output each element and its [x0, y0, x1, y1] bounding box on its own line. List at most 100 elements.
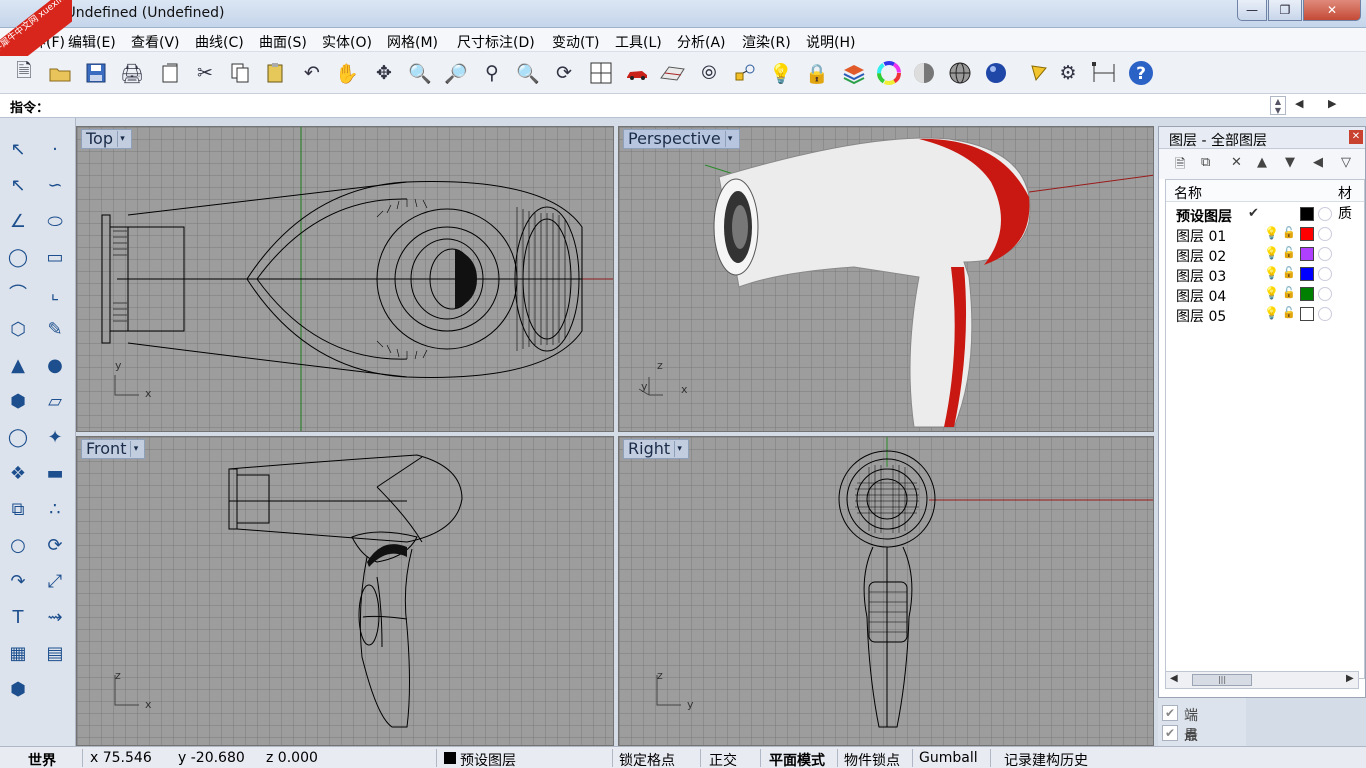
import-icon[interactable]: [155, 58, 185, 88]
undo-icon[interactable]: ↶: [297, 58, 327, 88]
close-icon[interactable]: ✕: [1349, 130, 1363, 144]
checkbox[interactable]: ✔: [1162, 705, 1178, 721]
four-viewports-icon[interactable]: [586, 58, 616, 88]
checkbox[interactable]: ✔: [1162, 725, 1178, 741]
menu-tools[interactable]: 工具(L): [615, 32, 662, 52]
lock-icon[interactable]: 🔒: [802, 58, 832, 88]
circle-icon[interactable]: ◯: [3, 242, 33, 272]
status-gumball[interactable]: Gumball: [919, 750, 978, 766]
osnap-icon[interactable]: [730, 58, 760, 88]
unlock-icon[interactable]: 🔓: [1282, 246, 1296, 259]
surface-icon[interactable]: ▲: [3, 350, 33, 380]
polyline-icon[interactable]: ∠: [3, 206, 33, 236]
menu-render[interactable]: 渲染(R): [742, 32, 791, 52]
light-bulb-icon[interactable]: 💡: [1264, 226, 1279, 240]
cut-icon[interactable]: ✂: [190, 58, 220, 88]
curve-tools-icon[interactable]: ✎: [40, 314, 70, 344]
help-icon[interactable]: ?: [1126, 58, 1156, 88]
layer-color-swatch[interactable]: [1300, 287, 1314, 301]
close-button[interactable]: ✕: [1303, 0, 1361, 21]
chevron-down-icon[interactable]: ▾: [674, 441, 684, 457]
light-bulb-icon[interactable]: 💡: [1264, 246, 1279, 260]
explode-icon[interactable]: ✦: [40, 422, 70, 452]
zoom-icon[interactable]: 🔍: [405, 58, 435, 88]
open-icon[interactable]: [45, 58, 75, 88]
status-grid-snap[interactable]: 锁定格点: [619, 750, 675, 768]
new-sublayer-icon[interactable]: ⧉: [1201, 155, 1210, 170]
text-icon[interactable]: T: [3, 602, 33, 632]
layer-row[interactable]: 图层 05 💡 🔓: [1166, 304, 1364, 325]
new-icon[interactable]: 🗎: [9, 58, 39, 88]
paste-icon[interactable]: [260, 58, 290, 88]
menu-view[interactable]: 查看(V): [131, 32, 180, 52]
maximize-button[interactable]: ❐: [1268, 0, 1302, 21]
layer-icon[interactable]: [839, 58, 869, 88]
chevron-down-icon[interactable]: ▾: [724, 131, 735, 147]
layer-row[interactable]: 图层 03 💡 🔓: [1166, 264, 1364, 285]
cylinder-icon[interactable]: ◯: [3, 422, 33, 452]
box-icon[interactable]: ⬢: [3, 386, 33, 416]
column-name[interactable]: 名称: [1174, 183, 1202, 203]
layer-color-swatch[interactable]: [1300, 227, 1314, 241]
layer-material-swatch[interactable]: [1318, 247, 1332, 261]
viewport-title-top[interactable]: Top ▾: [81, 129, 132, 149]
light-bulb-icon[interactable]: 💡: [1264, 286, 1279, 300]
zoom-selected-icon[interactable]: 🔍: [513, 58, 543, 88]
color-wheel-icon[interactable]: [874, 58, 904, 88]
command-right-arrow[interactable]: ▶: [1328, 97, 1336, 110]
scrollbar-thumb[interactable]: |||: [1192, 674, 1252, 686]
cplane-icon[interactable]: ⦾: [694, 58, 724, 88]
menu-edit[interactable]: 编辑(E): [68, 32, 116, 52]
light-bulb-icon[interactable]: 💡: [1264, 266, 1279, 280]
trim-icon[interactable]: ↷: [3, 566, 33, 596]
layer-material-swatch[interactable]: [1318, 227, 1332, 241]
zoom-extents-icon[interactable]: ⚲: [477, 58, 507, 88]
menu-transform[interactable]: 变动(T): [552, 32, 599, 52]
filter-icon[interactable]: ▽: [1341, 155, 1351, 170]
menu-mesh[interactable]: 网格(M): [387, 32, 438, 52]
delete-layer-icon[interactable]: ✕: [1231, 155, 1242, 170]
layer-material-swatch[interactable]: [1318, 267, 1332, 281]
grid-plane-icon[interactable]: [657, 58, 687, 88]
settings-gear-icon[interactable]: ⚙: [1053, 58, 1083, 88]
viewport-title-perspective[interactable]: Perspective ▾: [623, 129, 740, 149]
array-icon[interactable]: ∴: [40, 494, 70, 524]
puzzle-icon[interactable]: ❖: [3, 458, 33, 488]
layer-material-swatch[interactable]: [1318, 207, 1332, 221]
select-points-icon[interactable]: ↖: [3, 170, 33, 200]
ellipse-icon[interactable]: ⬭: [40, 206, 70, 236]
wireframe-sphere-icon[interactable]: [945, 58, 975, 88]
minimize-button[interactable]: —: [1237, 0, 1267, 21]
viewport-top[interactable]: Top ▾ y x: [76, 126, 614, 432]
unlock-icon[interactable]: 🔓: [1282, 306, 1296, 319]
unlock-icon[interactable]: 🔓: [1282, 286, 1296, 299]
rectangle-icon[interactable]: ▭: [40, 242, 70, 272]
command-left-arrow[interactable]: ◀: [1295, 97, 1303, 110]
status-ortho[interactable]: 正交: [709, 750, 737, 768]
boolean-icon[interactable]: ⧉: [3, 494, 33, 524]
dimension-icon[interactable]: [1089, 58, 1119, 88]
point-icon[interactable]: ·: [40, 134, 70, 164]
save-icon[interactable]: [81, 58, 111, 88]
layer-list-scrollbar[interactable]: ◀ ||| ▶: [1165, 671, 1359, 689]
dimension-tool-icon[interactable]: ▤: [40, 638, 70, 668]
solid-spheres-icon[interactable]: ●: [40, 350, 70, 380]
scroll-right-icon[interactable]: ▶: [1346, 673, 1354, 684]
move-down-icon[interactable]: ▼: [1285, 155, 1295, 170]
status-osnap[interactable]: 物件锁点: [844, 750, 900, 768]
new-layer-icon[interactable]: 🗎: [1175, 155, 1185, 177]
viewport-title-front[interactable]: Front ▾: [81, 439, 146, 459]
command-history-scroll[interactable]: ▲ ▼: [1270, 96, 1286, 115]
viewport-right[interactable]: Right ▾ z y: [618, 436, 1154, 746]
move-up-icon[interactable]: ▲: [1257, 155, 1267, 170]
light-icon[interactable]: 💡: [766, 58, 796, 88]
arc-icon[interactable]: ⌒: [3, 278, 33, 308]
layer-row[interactable]: 图层 01 💡 🔓: [1166, 224, 1364, 245]
chevron-down-icon[interactable]: ▾: [117, 131, 127, 147]
zoom-window-icon[interactable]: 🔎: [441, 58, 471, 88]
unlock-icon[interactable]: 🔓: [1282, 266, 1296, 279]
select-arrow-icon[interactable]: ↖: [3, 134, 33, 164]
viewport-front[interactable]: Front ▾ z x: [76, 436, 614, 746]
pen-icon[interactable]: [1024, 58, 1054, 88]
menu-surface[interactable]: 曲面(S): [259, 32, 307, 52]
